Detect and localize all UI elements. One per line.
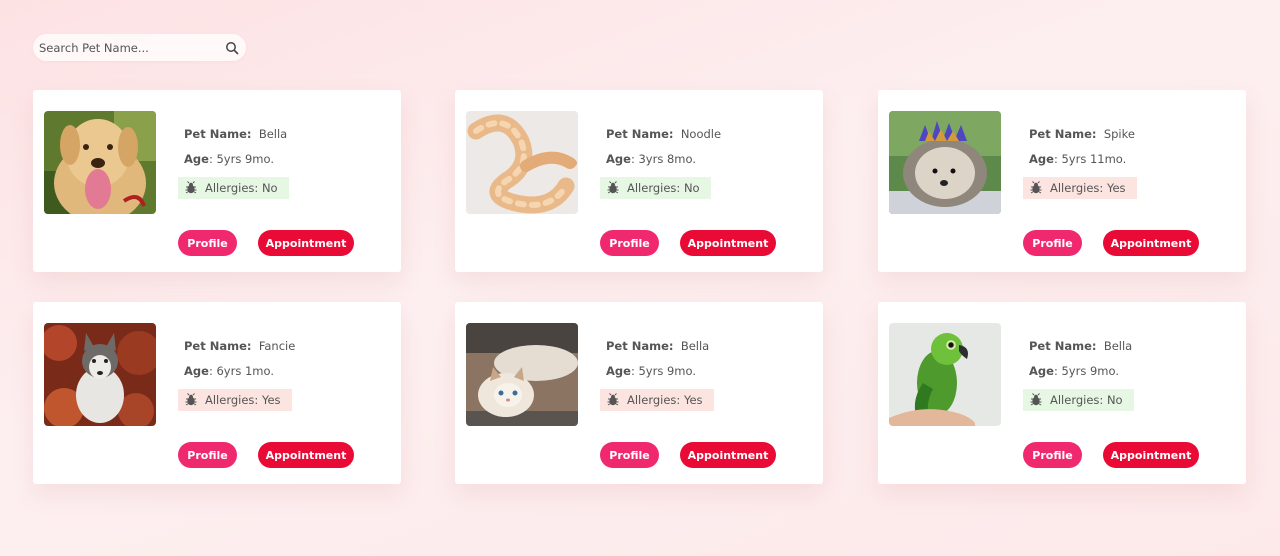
pet-age-value: 5yrs 11mo. [1061,152,1127,166]
pet-age: Age: 5yrs 9mo. [606,364,696,378]
bug-icon [185,393,197,406]
allergy-badge: Allergies: Yes [178,389,292,411]
bug-icon [607,181,619,194]
profile-button[interactable]: Profile [1023,442,1082,468]
pet-name-value: Bella [1103,339,1133,353]
profile-button[interactable]: Profile [1023,230,1082,256]
appointment-button[interactable]: Appointment [258,442,354,468]
allergy-badge: Allergies: Yes [600,389,714,411]
pet-age-label: Age [606,364,631,378]
appointment-button[interactable]: Appointment [1103,230,1199,256]
pet-photo-snake [466,111,578,214]
pet-card: Pet Name: Fancie Age: 6yrs 1mo. Allergie… [33,302,401,484]
pet-name-value: Noodle [680,127,722,141]
pet-age-value: 5yrs 9mo. [638,364,696,378]
pet-age-label: Age [184,364,209,378]
allergy-label: Allergies: [627,393,681,407]
pet-name-value: Bella [258,127,288,141]
bug-icon [185,181,197,194]
allergy-badge: Allergies: No [600,177,711,199]
pet-age-value: 5yrs 9mo. [216,152,274,166]
pet-age-label: Age [184,152,209,166]
pet-age-label: Age [606,152,631,166]
pet-age-label: Age [1029,152,1054,166]
allergy-badge: Allergies: Yes [1023,177,1137,199]
bug-icon [1030,393,1042,406]
pet-age: Age: 5yrs 9mo. [184,152,274,166]
bug-icon [607,393,619,406]
pet-name-value: Fancie [258,339,296,353]
search-bar [33,34,246,61]
allergy-value: Yes [261,393,281,407]
pet-card: Pet Name: Bella Age: 5yrs 9mo. Allergies… [455,302,823,484]
pet-card: Pet Name: Noodle Age: 3yrs 8mo. Allergie… [455,90,823,272]
pet-age: Age: 3yrs 8mo. [606,152,696,166]
pet-name-label: Pet Name: [1029,339,1097,353]
pet-photo-parrot [889,323,1001,426]
pet-card: Pet Name: Spike Age: 5yrs 11mo. Allergie… [878,90,1246,272]
pet-card: Pet Name: Bella Age: 5yrs 9mo. Allergies… [33,90,401,272]
pet-age-value: 6yrs 1mo. [216,364,274,378]
pet-name: Pet Name: Noodle [606,127,721,141]
pet-name-label: Pet Name: [1029,127,1097,141]
pet-name: Pet Name: Bella [184,127,287,141]
pet-name-label: Pet Name: [184,127,252,141]
pet-name-value: Spike [1103,127,1135,141]
allergy-label: Allergies: [205,393,259,407]
profile-button[interactable]: Profile [600,442,659,468]
pet-name-label: Pet Name: [184,339,252,353]
pet-name-label: Pet Name: [606,127,674,141]
bug-icon [1030,181,1042,194]
pet-age: Age: 5yrs 9mo. [1029,364,1119,378]
pet-age: Age: 6yrs 1mo. [184,364,274,378]
search-icon[interactable] [225,40,239,55]
pet-card: Pet Name: Bella Age: 5yrs 9mo. Allergies… [878,302,1246,484]
allergy-label: Allergies: [627,181,681,195]
appointment-button[interactable]: Appointment [1103,442,1199,468]
pet-photo-hedgehog [889,111,1001,214]
pet-age-label: Age [1029,364,1054,378]
pet-name: Pet Name: Spike [1029,127,1135,141]
allergy-badge: Allergies: No [1023,389,1134,411]
pet-photo-dog [44,111,156,214]
appointment-button[interactable]: Appointment [258,230,354,256]
allergy-value: No [683,181,700,195]
allergy-label: Allergies: [1050,393,1104,407]
allergy-value: Yes [1106,181,1126,195]
pet-age: Age: 5yrs 11mo. [1029,152,1127,166]
pet-age-value: 5yrs 9mo. [1061,364,1119,378]
allergy-value: Yes [683,393,703,407]
allergy-value: No [261,181,278,195]
appointment-button[interactable]: Appointment [680,442,776,468]
allergy-label: Allergies: [1050,181,1104,195]
pet-name-value: Bella [680,339,710,353]
allergy-value: No [1106,393,1123,407]
allergy-label: Allergies: [205,181,259,195]
pet-photo-husky [44,323,156,426]
profile-button[interactable]: Profile [600,230,659,256]
pet-photo-cat [466,323,578,426]
search-input[interactable] [39,34,219,61]
pet-name: Pet Name: Fancie [184,339,295,353]
pet-name: Pet Name: Bella [606,339,709,353]
allergy-badge: Allergies: No [178,177,289,199]
profile-button[interactable]: Profile [178,230,237,256]
pet-age-value: 3yrs 8mo. [638,152,696,166]
pet-name: Pet Name: Bella [1029,339,1132,353]
profile-button[interactable]: Profile [178,442,237,468]
appointment-button[interactable]: Appointment [680,230,776,256]
pet-name-label: Pet Name: [606,339,674,353]
